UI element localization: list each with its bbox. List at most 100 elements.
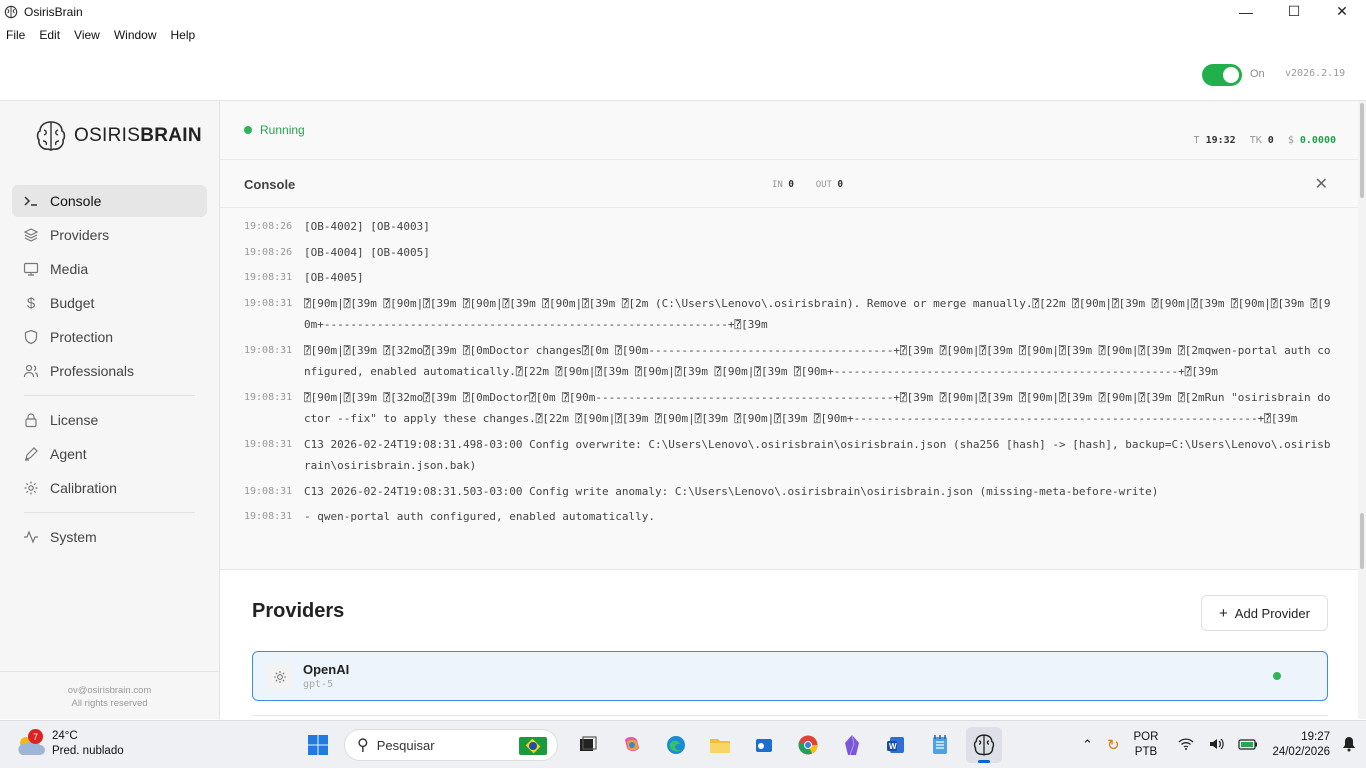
title-bar: OsirisBrain — ☐ ✕ [0, 0, 1366, 23]
log-line: 19:08:31 ⍰[90m|⍰[39m ⍰[32mo⍰[39m ⍰[0mDoct… [220, 340, 1358, 383]
minimize-button[interactable]: — [1222, 0, 1270, 23]
log-line: 19:08:31 ⍰[90m|⍰[39m ⍰[90m|⍰[39m ⍰[90m|⍰[… [220, 293, 1358, 336]
sidebar-item-protection[interactable]: Protection [12, 321, 207, 353]
log-line: 19:08:26 [OB-4004] [OB-4005] [220, 242, 1358, 264]
sidebar-footer: ov@osirisbrain.com All rights reserved [0, 671, 219, 719]
edge-icon[interactable] [658, 727, 694, 763]
add-provider-label: Add Provider [1234, 605, 1310, 621]
log-line: 19:08:31 C13 2026-02-24T19:08:31.498-03:0… [220, 434, 1358, 477]
log-timestamp: 19:08:31 [244, 485, 293, 497]
system-tray: ⌃ ↻ POR PTB 19:27 24/02/2026 [1082, 721, 1366, 769]
sidebar-item-professionals[interactable]: Professionals [12, 355, 207, 387]
outlook-icon[interactable] [746, 727, 782, 763]
svg-text:W: W [889, 742, 897, 751]
sidebar-item-agent[interactable]: Agent [12, 438, 207, 470]
shield-icon [23, 329, 39, 345]
weather-desc: Pred. nublado [52, 745, 124, 757]
menu-file[interactable]: File [6, 28, 25, 42]
time-metric-label: T [1193, 135, 1200, 146]
power-toggle[interactable] [1202, 64, 1242, 86]
sidebar-nav: Console Providers Media $ Budget Protect… [12, 185, 207, 555]
sidebar-item-system[interactable]: System [12, 521, 207, 553]
menu-window[interactable]: Window [114, 28, 157, 42]
language-indicator[interactable]: POR PTB [1134, 730, 1159, 760]
sidebar-item-label: Budget [50, 295, 95, 311]
footer-rights: All rights reserved [71, 698, 148, 709]
out-value: 0 [837, 179, 844, 190]
notification-icon[interactable] [1342, 736, 1356, 755]
log-timestamp: 19:08:31 [244, 344, 293, 356]
close-button[interactable]: ✕ [1318, 0, 1366, 23]
cost-metric-value: 0.0000 [1299, 135, 1336, 146]
metrics: T 19:32 TK 0 $ 0.0000 [1194, 135, 1336, 146]
gear-icon [23, 480, 39, 496]
users-icon [23, 363, 39, 379]
copilot-icon[interactable] [614, 727, 650, 763]
log-scrollbar-thumb[interactable] [1360, 513, 1364, 569]
sidebar-item-console[interactable]: Console [12, 185, 207, 217]
menu-help[interactable]: Help [171, 28, 196, 42]
folder-icon[interactable] [702, 727, 738, 763]
sidebar-item-calibration[interactable]: Calibration [12, 472, 207, 504]
dollar-icon: $ [26, 294, 36, 312]
sidebar-item-license[interactable]: License [12, 404, 207, 436]
menu-bar: File Edit View Window Help [0, 24, 209, 46]
sidebar-item-label: Media [50, 261, 89, 277]
battery-icon[interactable] [1238, 738, 1258, 753]
log-timestamp: 19:08:31 [244, 297, 293, 309]
log-message: [OB-4005] [304, 271, 364, 284]
console-title: Console [244, 177, 296, 192]
chevron-up-icon[interactable]: ⌃ [1082, 737, 1093, 753]
sync-icon[interactable]: ↻ [1107, 736, 1120, 754]
log-timestamp: 19:08:31 [244, 391, 293, 403]
log-timestamp: 19:08:26 [244, 246, 293, 258]
io-counters: IN 0 OUT 0 [772, 179, 843, 190]
add-provider-button[interactable]: + Add Provider [1201, 595, 1328, 631]
sidebar-divider [24, 512, 195, 513]
close-icon[interactable]: ✕ [1315, 174, 1328, 194]
sidebar-item-budget[interactable]: $ Budget [12, 287, 207, 319]
sidebar-item-media[interactable]: Media [12, 253, 207, 285]
obsidian-icon[interactable] [834, 727, 870, 763]
word-icon[interactable]: W [878, 727, 914, 763]
task-view-icon[interactable] [570, 727, 606, 763]
weather-widget[interactable]: 7 24°C Pred. nublado [14, 729, 124, 759]
pen-icon [23, 446, 39, 462]
sidebar-item-providers[interactable]: Providers [12, 219, 207, 251]
tokens-metric: TK 0 [1250, 135, 1274, 146]
menu-edit[interactable]: Edit [39, 28, 60, 42]
console-log[interactable]: 19:08:26 [OB-4002] [OB-4003] 19:08:26 [OB-… [220, 208, 1358, 570]
main-content: Running T 19:32 TK 0 $ 0.0000 Console IN… [220, 101, 1358, 719]
monitor-icon [23, 261, 39, 277]
speaker-icon[interactable] [1208, 737, 1225, 754]
sun-icon [267, 664, 293, 690]
maximize-button[interactable]: ☐ [1270, 0, 1318, 23]
taskbar-apps: ⚲ Pesquisar W [300, 727, 1010, 763]
tokens-metric-label: TK [1249, 135, 1262, 146]
windows-start-icon[interactable] [300, 727, 336, 763]
out-label: OUT [815, 180, 832, 190]
clock[interactable]: 19:27 24/02/2026 [1272, 730, 1330, 760]
clock-date: 24/02/2026 [1272, 746, 1330, 758]
taskbar-search[interactable]: ⚲ Pesquisar [344, 729, 558, 761]
plus-icon: + [1219, 604, 1228, 622]
notepad-icon[interactable] [922, 727, 958, 763]
scrollbar-thumb[interactable] [1360, 103, 1364, 198]
menu-view[interactable]: View [74, 28, 100, 42]
terminal-icon [23, 193, 39, 209]
log-message: ⍰[90m|⍰[39m ⍰[32mo⍰[39m ⍰[0mDoctor chang… [304, 343, 1331, 379]
lang-line2: PTB [1134, 746, 1158, 758]
console-header: Console IN 0 OUT 0 ✕ [220, 160, 1358, 208]
provider-status-dot [1273, 672, 1281, 680]
main-scrollbar[interactable] [1358, 101, 1366, 719]
provider-card-openai[interactable]: OpenAI gpt-5 [252, 651, 1328, 701]
chrome-icon[interactable] [790, 727, 826, 763]
log-line: 19:08:31 - qwen-portal auth configured, e… [220, 506, 1358, 528]
wifi-icon[interactable] [1178, 737, 1194, 754]
layers-icon [23, 227, 39, 243]
footer-email: ov@osirisbrain.com [67, 685, 152, 696]
toggle-knob [1223, 67, 1239, 83]
osirisbrain-taskbar-icon[interactable] [966, 727, 1002, 763]
logo: OSIRISBRAIN [34, 119, 202, 153]
clock-time: 19:27 [1301, 731, 1330, 743]
